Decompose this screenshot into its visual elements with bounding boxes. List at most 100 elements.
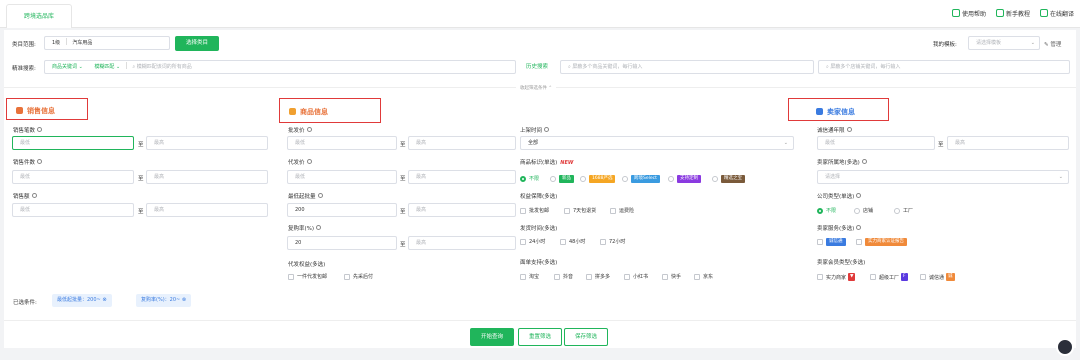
radio-selected[interactable] xyxy=(520,175,526,182)
selected-chip-moq[interactable]: 最低起批量：200~ ⊗ xyxy=(52,294,112,307)
block-shop-keywords-input[interactable]: ⌕ 屏蔽多个店铺关键词，每行输入 xyxy=(818,60,1070,74)
checkbox[interactable] xyxy=(920,274,926,280)
translate-link[interactable]: 在线翻译 xyxy=(1039,9,1074,18)
member-option-strength[interactable]: 实力商家 ▼ xyxy=(817,273,856,281)
company-type-any[interactable]: 不限 xyxy=(817,207,836,214)
help-link[interactable]: 使用帮助 xyxy=(951,9,986,18)
repurchase-min[interactable]: 20 xyxy=(287,236,397,250)
radio-selected[interactable] xyxy=(817,207,823,214)
listing-time-select[interactable]: 全部 ⌄ xyxy=(520,136,794,150)
sales-amount-max[interactable]: 最高 xyxy=(146,203,268,217)
checkbox[interactable] xyxy=(554,273,560,280)
mark-option-crossborder[interactable]: 跨境Select xyxy=(622,175,660,183)
checkbox[interactable] xyxy=(610,207,616,214)
radio[interactable] xyxy=(622,176,628,182)
checkbox[interactable] xyxy=(520,238,526,245)
mark-option-any[interactable]: 不限 xyxy=(520,175,539,182)
checkbox[interactable] xyxy=(694,273,700,280)
checkbox[interactable] xyxy=(817,239,823,245)
seller-region-select[interactable]: 请选择 ⌄ xyxy=(817,170,1069,184)
rights-option-pay-later[interactable]: 先采后付 xyxy=(344,273,373,280)
checkbox[interactable] xyxy=(817,274,823,280)
ship-option-72h[interactable]: 72小时 xyxy=(600,238,625,245)
service-option-strength-report[interactable]: 实力商家认证报告 xyxy=(856,238,907,246)
wholesale-price-max[interactable]: 最高 xyxy=(408,136,516,150)
sales-count-min[interactable]: 最低 xyxy=(12,136,134,150)
checkbox[interactable] xyxy=(870,274,876,280)
checkbox[interactable] xyxy=(520,207,526,214)
checkbox[interactable] xyxy=(856,239,862,245)
platform-option-taobao[interactable]: 淘宝 xyxy=(520,273,539,280)
dropship-price-min[interactable]: 最低 xyxy=(287,170,397,184)
history-search-button[interactable]: 历史搜索 xyxy=(519,60,555,75)
checkbox[interactable] xyxy=(344,273,350,280)
template-select[interactable]: 请选择模板 ⌄ xyxy=(968,36,1040,50)
block-goods-keywords-input[interactable]: ⌕ 屏蔽多个商品关键词，每行输入 xyxy=(560,60,814,74)
checkbox[interactable] xyxy=(600,238,606,245)
service-option-integrity[interactable]: 诚信通 xyxy=(817,238,846,246)
search-input[interactable]: 商品关键词 ⌄ 模糊匹配 ⌄ ⌕ 模糊匹配该词的所有商品 xyxy=(44,60,516,74)
checkbox[interactable] xyxy=(586,273,592,280)
checkbox[interactable] xyxy=(564,207,570,214)
radio[interactable] xyxy=(668,176,674,182)
platform-option-douyin[interactable]: 抖音 xyxy=(554,273,573,280)
category-input[interactable]: 1级 汽车用品 xyxy=(44,36,170,50)
guarantee-option-insurance[interactable]: 运费险 xyxy=(610,207,634,214)
sales-pieces-min[interactable]: 最低 xyxy=(12,170,134,184)
close-icon[interactable]: ⊗ xyxy=(182,297,186,303)
member-option-integrity[interactable]: 诚信通诚 xyxy=(920,273,955,281)
platform-option-jd[interactable]: 京东 xyxy=(694,273,713,280)
checkbox[interactable] xyxy=(520,273,526,280)
ship-option-48h[interactable]: 48小时 xyxy=(560,238,585,245)
rights-option-free-shipping[interactable]: 一件代发包邮 xyxy=(288,273,327,280)
platform-option-xiaohongshu[interactable]: 小红书 xyxy=(624,273,648,280)
member-option-super-factory[interactable]: 超级工厂 F xyxy=(870,273,908,281)
checkbox[interactable] xyxy=(560,238,566,245)
sales-pieces-max[interactable]: 最高 xyxy=(146,170,268,184)
moq-min[interactable]: 200 xyxy=(287,203,397,217)
tutorial-link[interactable]: 新手教程 xyxy=(995,9,1030,18)
moq-max[interactable]: 最高 xyxy=(408,203,516,217)
collapse-toggle[interactable]: 收起筛选条件 ⌃ xyxy=(516,85,557,91)
reset-filter-button[interactable]: 重置筛选 xyxy=(518,328,562,346)
integrity-years-max[interactable]: 最高 xyxy=(947,136,1069,150)
help-circle-icon xyxy=(37,127,43,132)
radio[interactable] xyxy=(580,176,586,182)
company-type-factory[interactable]: 工厂 xyxy=(894,207,913,214)
close-icon[interactable]: ⊗ xyxy=(102,297,106,303)
select-category-button[interactable]: 选择类目 xyxy=(175,36,219,51)
radio[interactable] xyxy=(894,207,900,214)
company-type-shop[interactable]: 店铺 xyxy=(854,207,873,214)
sales-count-max[interactable]: 最高 xyxy=(146,136,268,150)
mark-option-custom[interactable]: 支持定制 xyxy=(668,175,701,183)
platform-option-kuaishou[interactable]: 快手 xyxy=(662,273,681,280)
checkbox[interactable] xyxy=(624,273,630,280)
start-query-button[interactable]: 开始查询 xyxy=(470,328,514,346)
assistant-robot-icon[interactable] xyxy=(1056,338,1074,356)
radio[interactable] xyxy=(550,176,556,182)
checkbox[interactable] xyxy=(662,273,668,280)
ship-option-24h[interactable]: 24小时 xyxy=(520,238,545,245)
repurchase-max[interactable]: 最高 xyxy=(408,236,516,250)
tab-cross-border-library[interactable]: 跨境选品库 xyxy=(6,4,72,28)
mark-option-new[interactable]: 新品 xyxy=(550,175,574,183)
member-option-label: 诚信通 xyxy=(929,274,945,281)
selected-chip-repurchase[interactable]: 复购率(%)：20~ ⊗ xyxy=(136,294,192,307)
radio[interactable] xyxy=(712,176,718,182)
manage-link[interactable]: ✎ 管理 xyxy=(1044,40,1061,48)
mark-option-select1688[interactable]: 1688严选 xyxy=(580,175,616,183)
integrity-years-min[interactable]: 最低 xyxy=(817,136,935,150)
checkbox[interactable] xyxy=(288,273,294,280)
radio[interactable] xyxy=(854,207,860,214)
sales-amount-min[interactable]: 最低 xyxy=(12,203,134,217)
guarantee-option-free-shipping[interactable]: 批发包邮 xyxy=(520,207,549,214)
match-type-select[interactable]: 模糊匹配 ⌄ xyxy=(94,64,120,70)
search-type-select[interactable]: 商品关键词 ⌄ xyxy=(52,64,83,70)
dropship-price-max[interactable]: 最高 xyxy=(408,170,516,184)
save-filter-button[interactable]: 保存筛选 xyxy=(564,328,608,346)
guarantee-option-return[interactable]: 7天包退货 xyxy=(564,207,596,214)
platform-option-pinduoduo[interactable]: 拼多多 xyxy=(586,273,610,280)
mark-option-featured[interactable]: 精选之宝 xyxy=(712,175,745,183)
wholesale-price-min[interactable]: 最低 xyxy=(287,136,397,150)
goods-title-text: 商品信息 xyxy=(300,108,328,116)
